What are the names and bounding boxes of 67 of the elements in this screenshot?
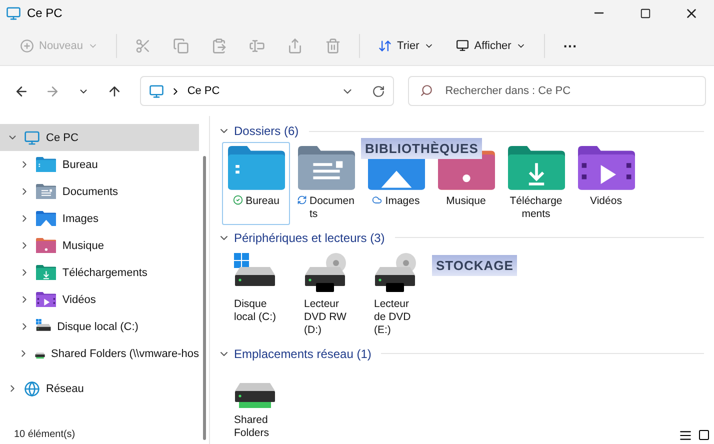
callout-tooltip: STOCKAGE [432,254,518,276]
more-button[interactable]: ··· [553,30,588,60]
folder-icon [36,292,56,308]
drive-icon [36,319,52,334]
sync-icon [296,194,306,205]
clipboard-icon [211,38,228,54]
sidebar-item[interactable]: Vidéos [0,286,199,313]
drive-item[interactable]: Lecteur DVD RW (D:) [292,248,360,341]
scrollbar[interactable] [203,156,206,440]
folder-item[interactable]: Téléchargements [502,142,570,225]
drive-icon [35,351,46,361]
address-bar[interactable]: Ce PC [140,76,394,106]
sort-icon [378,38,392,52]
sidebar-item[interactable]: Bureau [0,151,199,178]
folder-icon [36,210,56,226]
folder-icon [36,156,56,172]
computer-icon [149,84,164,98]
rename-icon [249,38,266,54]
callout-tooltip: BIBLIOTHÈQUES [361,138,482,159]
sidebar-item[interactable]: Disque local (C:) [0,313,199,340]
sidebar-item[interactable]: Documents [0,178,199,205]
folder-icon [298,146,354,190]
copy-icon [173,38,190,54]
scissors-icon [135,38,152,54]
maximize-icon [640,8,650,18]
drive-item[interactable]: Shared Folders [222,364,290,444]
folder-icon [228,146,284,190]
sidebar-item[interactable]: Shared Folders (\\vmware-hos [0,340,199,367]
folder-item[interactable]: Documents [292,142,360,225]
folder-icon [36,184,56,200]
drive-item[interactable]: Lecteur de DVD (E:) [362,248,430,341]
drive-icon [234,382,276,409]
refresh-icon [372,84,386,98]
section-header[interactable]: Périphériques et lecteurs (3) [218,226,704,249]
folder-icon [36,238,56,254]
section-header[interactable]: Emplacements réseau (1) [218,342,704,365]
computer-icon [6,6,21,20]
sidebar-item[interactable]: Téléchargements [0,259,199,286]
computer-icon [24,130,40,146]
drive-icon [304,252,346,293]
plus-icon [20,38,34,52]
folder-item[interactable]: Vidéos [572,142,640,225]
drive-item[interactable]: Disque local (C:) [222,248,290,341]
drive-icon [374,252,416,293]
item-count: 10 élément(s) [13,429,76,442]
cloud-icon [372,194,382,205]
sidebar-item[interactable]: Images [0,205,199,232]
check-icon [232,194,243,205]
search-field[interactable]: Rechercher dans : Ce PC [408,76,706,106]
sidebar-item[interactable]: Musique [0,232,199,259]
search-icon [420,84,434,97]
globe-icon [24,380,40,396]
forward-arrow-icon [45,84,60,98]
folder-icon [36,264,56,280]
toolbar-button[interactable]: Trier [368,30,444,60]
tiles-view-icon[interactable] [698,429,710,441]
trash-icon [325,38,342,54]
folder-item[interactable]: Bureau [222,142,290,225]
details-view-icon[interactable] [679,429,692,442]
toolbar-button[interactable]: Afficher [446,30,536,60]
folder-icon [508,146,564,190]
sidebar-item[interactable]: Réseau [0,375,199,402]
view-icon [456,39,470,52]
folder-icon [578,146,634,190]
share-icon [287,38,304,54]
sidebar-item[interactable]: Ce PC [0,124,199,151]
window-title: Ce PC [27,6,64,20]
